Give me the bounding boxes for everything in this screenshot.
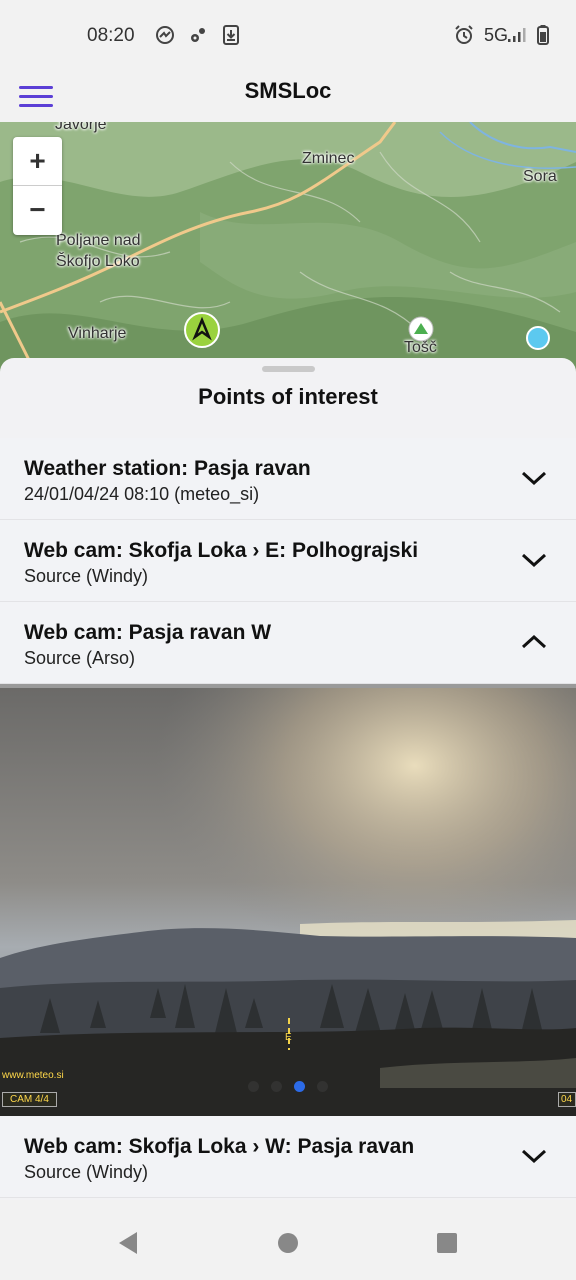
zoom-in-button[interactable]: + xyxy=(13,137,62,186)
messenger-icon xyxy=(156,26,174,44)
poi-item[interactable]: Weather station: Pasja ravan 24/01/04/24… xyxy=(0,438,576,520)
settings-cog-icon xyxy=(191,28,205,42)
webcam-watermark: www.meteo.si xyxy=(2,1070,64,1081)
app-title: SMSLoc xyxy=(244,78,332,103)
alarm-icon xyxy=(455,25,473,44)
pager-dot-active[interactable] xyxy=(294,1081,305,1092)
chevron-down-icon[interactable] xyxy=(520,1146,548,1166)
system-nav-bar xyxy=(0,1200,576,1280)
chevron-down-icon[interactable] xyxy=(520,550,548,570)
poi-item-expanded[interactable]: Web cam: Pasja ravan W Source (Arso) xyxy=(0,602,576,684)
map-label-poljane: Poljane nad Škofjo Loko xyxy=(56,232,141,270)
webcam-cam-label-right: 04 xyxy=(558,1092,576,1107)
home-icon[interactable] xyxy=(276,1230,300,1256)
status-bar: 08:20 5G xyxy=(0,0,576,70)
poi-title: Web cam: Skofja Loka › W: Pasja ravan xyxy=(24,1135,415,1158)
recents-icon[interactable] xyxy=(435,1230,459,1256)
battery-icon xyxy=(537,25,549,45)
back-icon[interactable] xyxy=(116,1230,140,1256)
water-marker-icon[interactable] xyxy=(525,325,551,351)
status-time: 08:20 xyxy=(87,25,135,46)
poi-subtitle: Source (Windy) xyxy=(24,566,149,586)
poi-subtitle: 24/01/04/24 08:10 (meteo_si) xyxy=(24,484,260,504)
direction-mark: E xyxy=(285,1032,292,1043)
zoom-control: + − xyxy=(13,137,62,235)
chevron-down-icon[interactable] xyxy=(520,468,548,488)
zoom-out-button[interactable]: − xyxy=(13,186,62,235)
poi-title: Weather station: Pasja ravan xyxy=(24,457,311,480)
poi-title: Web cam: Pasja ravan W xyxy=(24,621,272,644)
poi-item[interactable]: Web cam: Skofja Loka › W: Pasja ravan So… xyxy=(0,1116,576,1198)
poi-subtitle: Source (Windy) xyxy=(24,1162,149,1182)
location-marker-icon[interactable] xyxy=(183,311,221,349)
poi-subtitle: Source (Arso) xyxy=(24,648,136,668)
map-label-sora: Sora xyxy=(523,168,557,185)
sheet-title: Points of interest xyxy=(198,384,378,409)
points-of-interest-sheet: Points of interest Weather station: Pasj… xyxy=(0,358,576,1200)
webcam-cam-label: CAM 4/4 xyxy=(2,1092,57,1107)
pager-dot[interactable] xyxy=(271,1081,282,1092)
pager-dot[interactable] xyxy=(317,1081,328,1092)
app-bar: SMSLoc xyxy=(0,70,576,122)
poi-item[interactable]: Web cam: Skofja Loka › E: Polhograjski S… xyxy=(0,520,576,602)
pager-dot[interactable] xyxy=(248,1081,259,1092)
webcam-photo: E xyxy=(0,688,576,1116)
map-label-zminec: Zminec xyxy=(302,150,355,167)
peak-marker-icon[interactable] xyxy=(408,316,434,342)
webcam-image[interactable]: E www.meteo.si CAM 4/4 04 xyxy=(0,684,576,1116)
signal-icon xyxy=(508,28,526,42)
sheet-drag-handle[interactable] xyxy=(262,366,315,372)
chevron-up-icon[interactable] xyxy=(520,632,548,652)
map-label-javorje: Javorje xyxy=(55,122,107,133)
map-view[interactable]: Javorje Zminec Sora Poljane nad Škofjo L… xyxy=(0,122,576,372)
map-label-vinharje: Vinharje xyxy=(68,325,127,342)
download-icon xyxy=(223,25,239,45)
poi-title: Web cam: Skofja Loka › E: Polhograjski xyxy=(24,539,419,562)
